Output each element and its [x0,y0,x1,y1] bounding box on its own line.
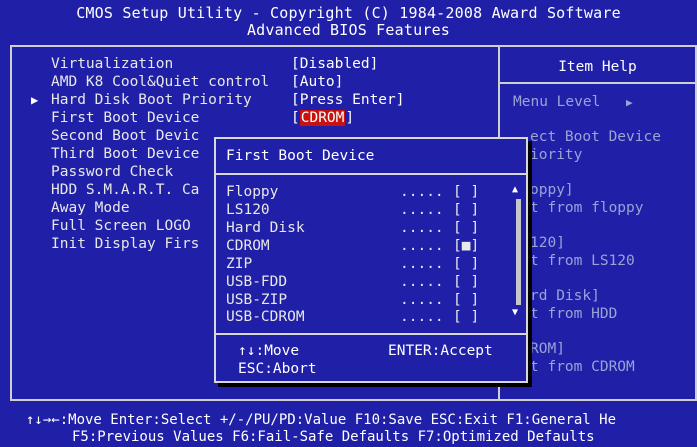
option-checkbox[interactable]: [ ] [453,309,479,326]
scroll-down-arrow-icon[interactable]: ▼ [512,307,518,318]
help-line: t from HDD [530,306,618,322]
popup-divider-bottom [216,333,526,335]
help-line: t from CDROM [530,359,635,375]
option-usb-zip[interactable]: USB-ZIP [226,292,287,309]
page-title: Advanced BIOS Features [246,21,451,39]
help-line: iority [530,147,583,163]
option-hard-disk[interactable]: Hard Disk [226,220,305,237]
option-dots: ..... [400,202,444,218]
value-bracket-open: [ [291,110,300,126]
option-usb-cdrom[interactable]: USB-CDROM [226,309,305,326]
option-checkbox[interactable]: [ ] [453,184,479,201]
scrollbar-track[interactable] [516,199,521,305]
footer-keys-line1: ↑↓→←:Move Enter:Select +/-/PU/PD:Value F… [26,412,617,428]
help-line: ROM] [530,341,565,357]
setting-cool-quiet-value[interactable]: [Auto] [291,74,343,91]
option-cdrom[interactable]: CDROM [226,238,270,255]
help-divider [500,82,695,84]
selected-value-highlight[interactable]: CDROM [299,110,346,126]
setting-away-mode-label[interactable]: Away Mode [51,200,130,217]
item-help-title: Item Help [558,59,637,75]
option-dots: ..... [400,220,444,236]
setting-first-boot-device-value[interactable]: [CDROM] [291,110,354,127]
option-dots: ..... [400,309,444,325]
option-dots: ..... [400,274,444,290]
setting-hdd-boot-priority-label[interactable]: Hard Disk Boot Priority [51,92,252,109]
setting-virtualization-value[interactable]: [Disabled] [291,56,378,73]
popup-hint-abort: ESC:Abort [238,361,317,377]
help-line: oppy] [530,182,574,198]
option-dots: ..... [400,292,444,308]
option-floppy[interactable]: Floppy [226,184,278,201]
help-line: 120] [530,235,565,251]
setting-cool-quiet-label[interactable]: AMD K8 Cool&Quiet control [51,74,269,91]
setting-hdd-smart-label[interactable]: HDD S.M.A.R.T. Ca [51,182,199,199]
popup-hint-accept: ENTER:Accept [388,343,493,359]
help-line: ect Boot Device [530,129,661,145]
footer-keys-line2: F5:Previous Values F6:Fail-Safe Defaults… [72,429,595,445]
option-dots: ..... [400,238,444,254]
setting-full-screen-logo-label[interactable]: Full Screen LOGO [51,218,191,235]
popup-divider-top [216,173,526,175]
first-boot-device-popup: First Boot Device Floppy ..... [ ] LS120… [214,137,528,383]
popup-hint-move: ↑↓:Move [238,343,300,359]
option-checkbox[interactable]: [ ] [453,202,479,219]
option-checkbox[interactable]: [ ] [453,292,479,309]
option-checkbox[interactable]: [ ] [453,274,479,291]
popup-title: First Boot Device [226,148,375,164]
menu-level-arrow-icon: ▶ [626,96,633,109]
submenu-arrow-icon: ▶ [31,93,39,107]
help-line: t from LS120 [530,253,635,269]
setting-first-boot-device-label[interactable]: First Boot Device [51,110,199,127]
option-usb-fdd[interactable]: USB-FDD [226,274,287,291]
option-dots: ..... [400,256,444,272]
scroll-up-arrow-icon[interactable]: ▲ [512,184,518,195]
option-checkbox-selected[interactable]: [■] [453,238,479,255]
option-ls120[interactable]: LS120 [226,202,270,219]
option-zip[interactable]: ZIP [226,256,252,273]
setting-hdd-boot-priority-value[interactable]: [Press Enter] [291,92,405,109]
option-checkbox[interactable]: [ ] [453,256,479,273]
value-bracket-close: ] [345,110,355,126]
help-line: rd Disk] [530,288,600,304]
option-checkbox[interactable]: [ ] [453,220,479,237]
option-dots: ..... [400,184,444,200]
setting-third-boot-device-label[interactable]: Third Boot Device [51,146,199,163]
app-title: CMOS Setup Utility - Copyright (C) 1984-… [76,4,621,22]
setting-second-boot-device-label[interactable]: Second Boot Devic [51,128,199,145]
setting-init-display-label[interactable]: Init Display Firs [51,236,199,253]
setting-password-check-label[interactable]: Password Check [51,164,173,181]
setting-virtualization-label[interactable]: Virtualization [51,56,173,73]
help-line: t from floppy [530,200,644,216]
